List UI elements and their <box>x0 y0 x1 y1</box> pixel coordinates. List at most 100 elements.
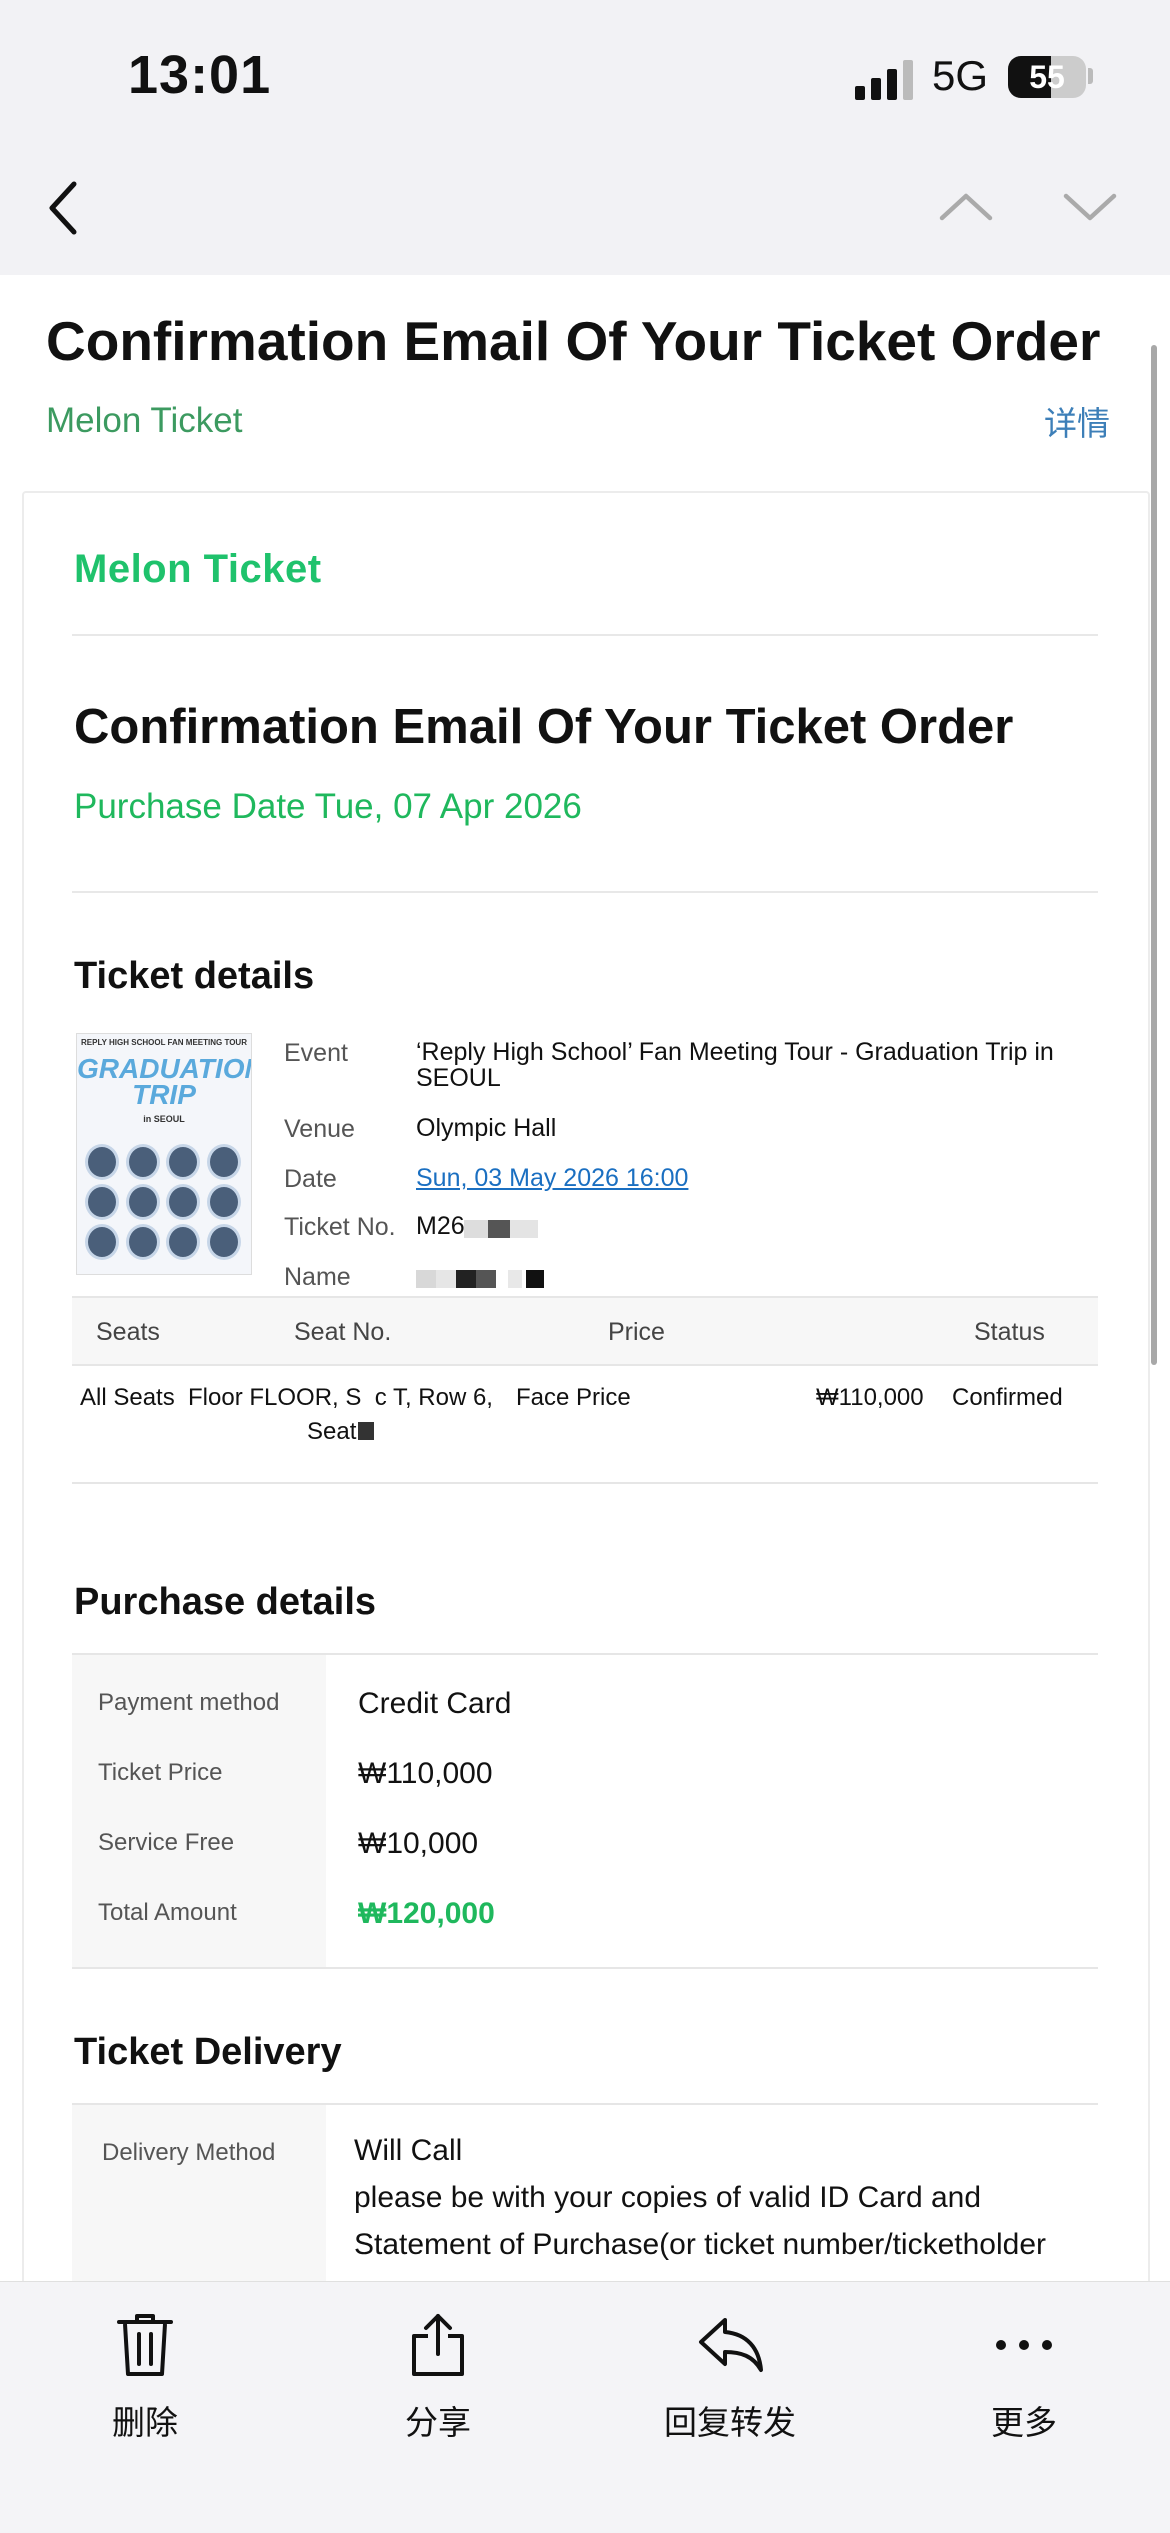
service-fee-label: Service Free <box>98 1829 235 1856</box>
status-bar: 13:01 5G 55 <box>0 0 1170 150</box>
poster-top-text: REPLY HIGH SCHOOL FAN MEETING TOUR <box>81 1038 247 1047</box>
poster-face <box>85 1144 119 1180</box>
sender-name[interactable]: Melon Ticket <box>46 401 242 441</box>
poster-face <box>166 1144 200 1180</box>
ticket-no-value: M26 <box>416 1212 465 1240</box>
service-fee-value: ₩10,000 <box>358 1827 479 1860</box>
cell-status: Confirmed <box>952 1384 1063 1411</box>
battery-nub <box>1088 68 1093 84</box>
ticket-delivery-heading: Ticket Delivery <box>74 2031 342 2073</box>
seats-table-header: Seats Seat No. Price Status <box>72 1296 1098 1366</box>
poster-face <box>85 1184 119 1220</box>
delivery-method-value: Will Call <box>354 2134 463 2167</box>
poster-face <box>206 1184 241 1220</box>
purchase-details-table: Payment method Credit Card Ticket Price … <box>72 1653 1098 1969</box>
status-time: 13:01 <box>128 45 272 105</box>
more-button[interactable]: 更多 <box>924 2312 1124 2444</box>
redaction-block <box>476 1270 496 1288</box>
delivery-method-label: Delivery Method <box>102 2139 276 2166</box>
poster-subtitle: in SEOUL <box>143 1114 185 1124</box>
poster-title: GRADUATION TRIP <box>77 1053 252 1110</box>
share-icon <box>412 2314 464 2376</box>
delivery-table: Delivery Method Will Call please be with… <box>72 2103 1098 2281</box>
redaction-block <box>456 1270 476 1288</box>
venue-label: Venue <box>284 1115 355 1143</box>
more-icon <box>996 2340 1052 2350</box>
redaction-block <box>488 1220 510 1238</box>
delete-label: 删除 <box>112 2403 178 2442</box>
divider <box>72 1482 1098 1484</box>
redaction-block <box>358 1422 374 1440</box>
reply-icon <box>699 2318 763 2372</box>
network-type: 5G <box>932 52 989 99</box>
poster-faces <box>85 1144 243 1260</box>
ticket-no-label: Ticket No. <box>284 1213 396 1241</box>
cell-seat-no-line2: Seat <box>307 1418 357 1445</box>
scrollbar[interactable] <box>1151 345 1157 1365</box>
purchase-details-heading: Purchase details <box>74 1581 377 1623</box>
poster-face <box>206 1224 241 1260</box>
share-label: 分享 <box>405 2403 471 2442</box>
divider <box>72 634 1098 636</box>
more-label: 更多 <box>991 2403 1057 2442</box>
trash-icon <box>117 2314 173 2376</box>
col-price: Price <box>608 1318 665 1346</box>
details-link[interactable]: 详情 <box>1044 397 1110 445</box>
reply-forward-label: 回复转发 <box>664 2403 796 2442</box>
cell-seats: All Seats <box>80 1384 175 1411</box>
poster-face <box>125 1144 160 1180</box>
signal-icon <box>855 60 913 100</box>
redaction-block <box>526 1270 544 1288</box>
share-button[interactable]: 分享 <box>338 2312 538 2444</box>
redaction-block <box>464 1220 488 1238</box>
total-amount-label: Total Amount <box>98 1899 237 1926</box>
ticket-price-value: ₩110,000 <box>358 1757 493 1790</box>
poster-face <box>166 1224 200 1260</box>
chevron-left-icon[interactable] <box>44 178 84 238</box>
chevron-down-icon[interactable] <box>1060 186 1120 226</box>
email-body: Melon Ticket Confirmation Email Of Your … <box>0 471 1170 2281</box>
redaction-block <box>508 1270 522 1288</box>
event-label: Event <box>284 1039 348 1067</box>
date-link[interactable]: Sun, 03 May 2026 16:00 <box>416 1165 688 1191</box>
email-card: Melon Ticket Confirmation Email Of Your … <box>22 491 1150 2281</box>
poster-face <box>125 1224 160 1260</box>
cell-price-type: Face Price <box>516 1384 631 1411</box>
message-subject: Confirmation Email Of Your Ticket Order <box>46 310 1101 372</box>
payment-method-value: Credit Card <box>358 1687 512 1720</box>
payment-method-label: Payment method <box>98 1689 280 1716</box>
poster-face <box>125 1184 160 1220</box>
col-seats: Seats <box>96 1318 160 1346</box>
name-label: Name <box>284 1263 351 1291</box>
chevron-up-icon[interactable] <box>936 186 996 226</box>
label-column <box>72 2105 326 2281</box>
cell-seat-no: Floor FLOOR, S c T, Row 6, <box>188 1384 493 1411</box>
message-header: Confirmation Email Of Your Ticket Order … <box>0 275 1170 473</box>
battery-level: 55 <box>1029 59 1065 95</box>
reply-forward-button[interactable]: 回复转发 <box>630 2312 830 2444</box>
poster-face <box>85 1224 119 1260</box>
ticket-details-heading: Ticket details <box>74 955 315 997</box>
redaction-block <box>510 1220 538 1238</box>
purchase-date: Purchase Date Tue, 07 Apr 2026 <box>74 787 582 826</box>
battery-icon: 55 <box>1008 56 1086 98</box>
delete-button[interactable]: 删除 <box>45 2312 245 2444</box>
event-poster-image: REPLY HIGH SCHOOL FAN MEETING TOUR GRADU… <box>76 1033 252 1275</box>
col-seat-no: Seat No. <box>294 1318 392 1346</box>
poster-face <box>166 1184 200 1220</box>
divider <box>72 891 1098 893</box>
redaction-block <box>416 1270 436 1288</box>
event-value: ‘Reply High School’ Fan Meeting Tour - G… <box>416 1038 1054 1092</box>
cell-amount: ₩110,000 <box>816 1384 924 1411</box>
venue-value: Olympic Hall <box>416 1114 557 1142</box>
delivery-note-line2: Statement of Purchase(or ticket number/t… <box>354 2228 1046 2261</box>
redaction-block <box>436 1270 456 1288</box>
melon-ticket-logo: Melon Ticket <box>74 547 322 591</box>
delivery-note-line1: please be with your copies of valid ID C… <box>354 2181 982 2214</box>
nav-bar <box>0 150 1170 275</box>
bottom-toolbar: 删除 分享 回复转发 更多 <box>0 2281 1170 2533</box>
poster-face <box>206 1144 241 1180</box>
ticket-price-label: Ticket Price <box>98 1759 223 1786</box>
date-label: Date <box>284 1165 337 1193</box>
email-title: Confirmation Email Of Your Ticket Order <box>74 700 1014 754</box>
